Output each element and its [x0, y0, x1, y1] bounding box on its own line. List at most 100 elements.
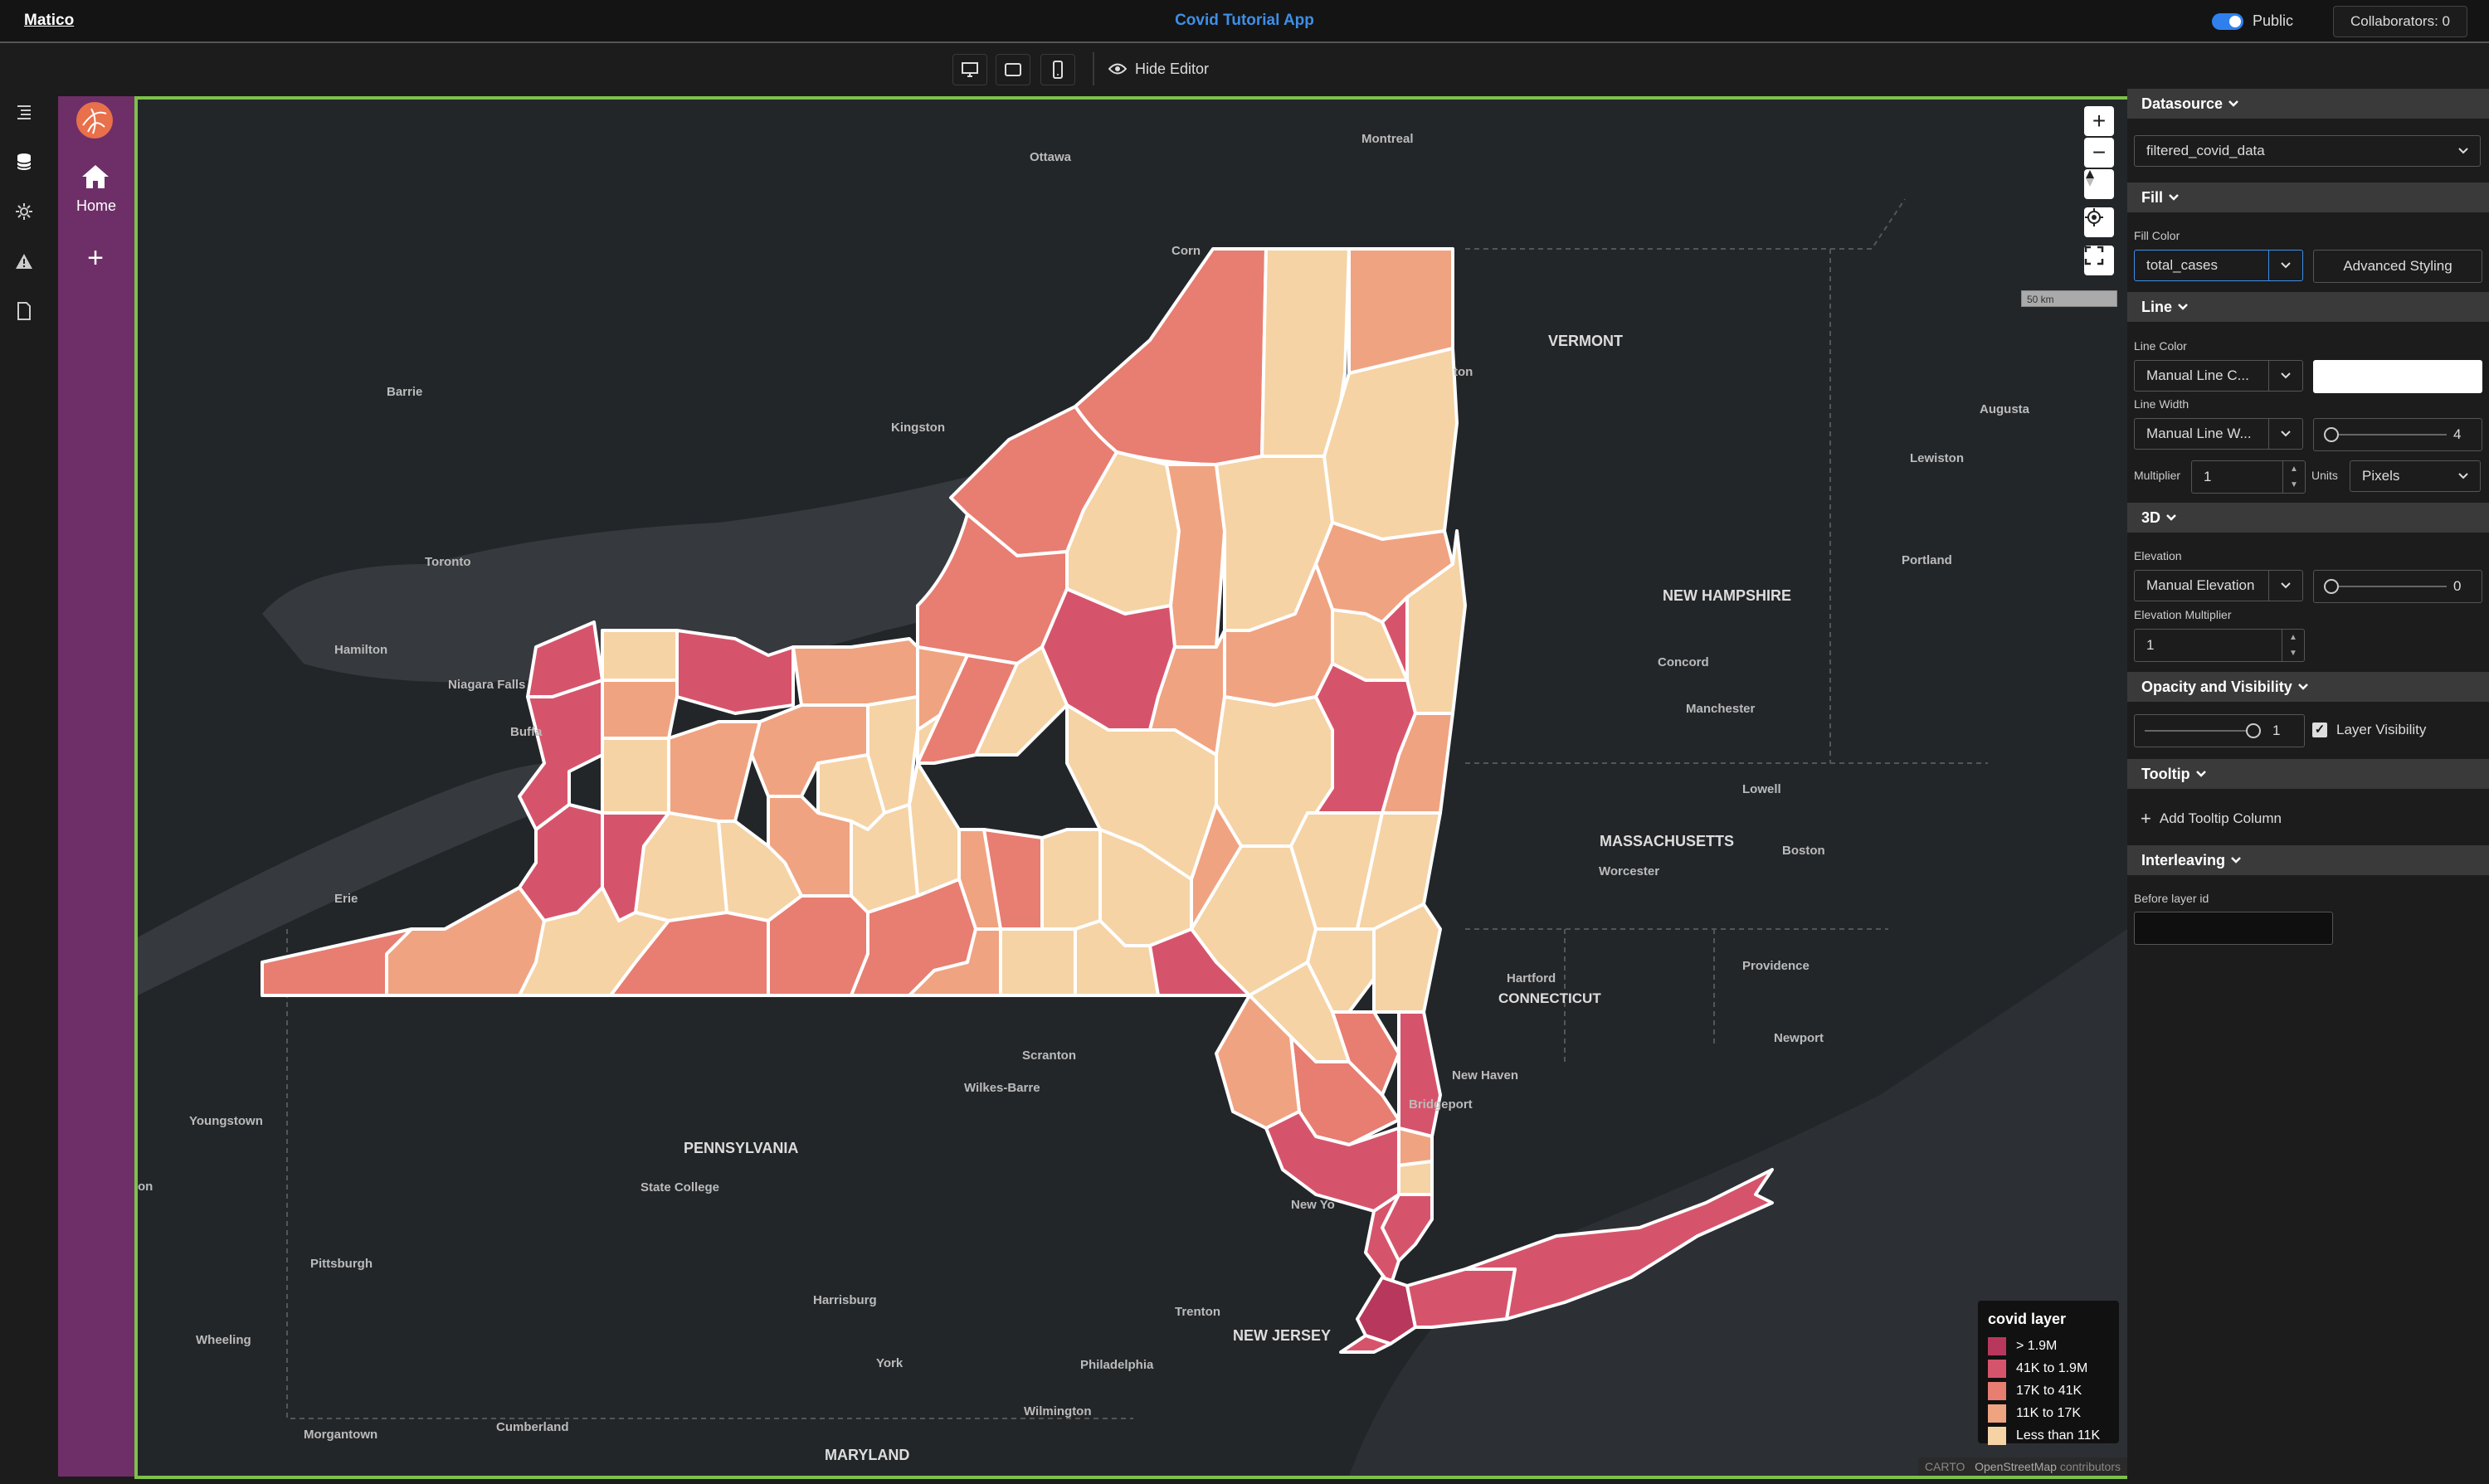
opacity-slider[interactable]: 1	[2134, 714, 2305, 747]
county-polygon[interactable]	[601, 679, 679, 740]
slider-thumb[interactable]	[2324, 579, 2339, 594]
line-color-select[interactable]: Manual Line C...	[2134, 360, 2303, 392]
county-polygon[interactable]	[385, 886, 546, 997]
map-scale: 50 km	[2021, 290, 2117, 307]
section-opacity-header[interactable]: Opacity and Visibility	[2127, 672, 2489, 702]
place-label: Youngstown	[189, 1114, 263, 1128]
line-width-select[interactable]: Manual Line W...	[2134, 418, 2303, 450]
county-polygon[interactable]	[1040, 828, 1102, 931]
county-polygon[interactable]	[601, 737, 670, 815]
section-3d-header[interactable]: 3D	[2127, 503, 2489, 533]
county-polygon[interactable]	[999, 927, 1077, 997]
add-tooltip-column-button[interactable]: + Add Tooltip Column	[2141, 808, 2282, 830]
county-polygon[interactable]	[1397, 1010, 1442, 1138]
zoom-out-button[interactable]: −	[2084, 138, 2114, 168]
number-stepper[interactable]: ▲ ▼	[2282, 461, 2305, 493]
datasource-value: filtered_covid_data	[2146, 143, 2265, 158]
place-label: Worcester	[1599, 864, 1659, 878]
home-icon[interactable]	[80, 163, 111, 191]
fullscreen-button[interactable]	[2084, 246, 2114, 275]
advanced-styling-button[interactable]: Advanced Styling	[2313, 250, 2482, 283]
outline-icon[interactable]	[13, 101, 35, 123]
fill-color-select[interactable]: total_cases	[2134, 250, 2303, 281]
place-label: Morgantown	[304, 1428, 377, 1442]
section-interleaving-header[interactable]: Interleaving	[2127, 845, 2489, 875]
public-toggle[interactable]	[2212, 13, 2243, 30]
hide-editor-button[interactable]: Hide Editor	[1108, 55, 1209, 83]
compass-button[interactable]	[2084, 169, 2114, 199]
slider-track	[2331, 434, 2447, 435]
county-polygon[interactable]	[518, 679, 604, 831]
settings-icon[interactable]	[13, 201, 35, 222]
layer-visibility-checkbox[interactable]: ✓	[2312, 723, 2327, 737]
place-label: Scranton	[1022, 1049, 1076, 1063]
place-label: Pittsburgh	[310, 1257, 373, 1271]
document-icon[interactable]	[13, 300, 35, 322]
legend-swatch	[1988, 1359, 2006, 1378]
slider-track	[2331, 586, 2447, 587]
county-polygon[interactable]	[667, 720, 762, 823]
county-polygon[interactable]	[1074, 247, 1268, 466]
place-label: Bridgeport	[1409, 1097, 1473, 1112]
units-select[interactable]: Pixels	[2350, 460, 2481, 492]
legend-item: 11K to 17K	[1988, 1402, 2109, 1424]
mobile-view-button[interactable]	[1040, 54, 1075, 85]
datasource-select[interactable]: filtered_covid_data	[2134, 135, 2481, 167]
place-label: York	[876, 1356, 904, 1370]
desktop-view-button[interactable]	[952, 54, 987, 85]
multiplier-input[interactable]: 1 ▲ ▼	[2191, 460, 2306, 494]
county-polygon[interactable]	[601, 629, 679, 682]
before-layer-input[interactable]	[2134, 912, 2333, 945]
slider-thumb[interactable]	[2246, 723, 2261, 738]
county-polygon[interactable]	[1397, 1126, 1434, 1167]
section-fill-header[interactable]: Fill	[2127, 182, 2489, 212]
add-page-button[interactable]: +	[80, 242, 111, 274]
place-label: State College	[641, 1180, 719, 1194]
place-label: Augusta	[1980, 402, 2030, 416]
slider-thumb[interactable]	[2324, 427, 2339, 442]
elevation-multiplier-input[interactable]: 1 ▲ ▼	[2134, 629, 2305, 662]
legend-item: 41K to 1.9M	[1988, 1357, 2109, 1379]
section-title: 3D	[2141, 508, 2161, 526]
left-rail	[0, 91, 48, 1484]
tablet-view-button[interactable]	[996, 54, 1030, 85]
zoom-in-button[interactable]: +	[2084, 106, 2114, 136]
page-home-label[interactable]: Home	[58, 197, 134, 215]
map-canvas[interactable]: Ottawa Montreal VERMONT Barrie Kingston …	[138, 100, 2127, 1476]
county-polygon[interactable]	[767, 894, 869, 997]
section-tooltip-header[interactable]: Tooltip	[2127, 759, 2489, 789]
place-label: Providence	[1742, 959, 1810, 973]
database-icon[interactable]	[13, 151, 35, 173]
compass-icon	[2086, 170, 2094, 187]
elevation-select[interactable]: Manual Elevation	[2134, 570, 2303, 601]
elevation-multiplier-label: Elevation Multiplier	[2134, 608, 2232, 621]
section-datasource-header[interactable]: Datasource	[2127, 89, 2489, 119]
eye-icon	[1108, 63, 1127, 75]
attribution-osm[interactable]: OpenStreetMap	[1975, 1460, 2057, 1473]
place-label: NEW HAMPSHIRE	[1663, 587, 1791, 604]
section-title: Fill	[2141, 188, 2163, 206]
county-polygon[interactable]	[1405, 1267, 1517, 1329]
layer-visibility-label: Layer Visibility	[2336, 722, 2427, 737]
warning-icon[interactable]	[13, 251, 35, 272]
place-label: Harrisburg	[813, 1293, 877, 1307]
collaborators-button[interactable]: Collaborators: 0	[2333, 6, 2467, 37]
map-view[interactable]: Ottawa Montreal VERMONT Barrie Kingston …	[134, 96, 2131, 1479]
section-line-header[interactable]: Line	[2127, 292, 2489, 322]
locate-icon	[2085, 208, 2103, 226]
county-polygon[interactable]	[1165, 463, 1226, 649]
units-value: Pixels	[2362, 468, 2400, 484]
add-tooltip-column-label: Add Tooltip Column	[2159, 810, 2282, 826]
line-width-slider[interactable]: 4	[2313, 418, 2482, 451]
geolocate-button[interactable]	[2084, 207, 2114, 237]
line-color-swatch[interactable]	[2313, 360, 2482, 393]
place-label: New Haven	[1452, 1068, 1518, 1083]
attribution-carto[interactable]: CARTO	[1925, 1460, 1965, 1473]
elevation-slider[interactable]: 0	[2313, 570, 2482, 603]
slider-value: 1	[2272, 723, 2281, 738]
county-polygon[interactable]	[792, 637, 919, 707]
number-stepper[interactable]: ▲ ▼	[2282, 630, 2304, 661]
county-polygon[interactable]	[1397, 1160, 1434, 1196]
place-label: Portland	[1902, 553, 1952, 567]
fill-color-label: Fill Color	[2134, 229, 2180, 242]
